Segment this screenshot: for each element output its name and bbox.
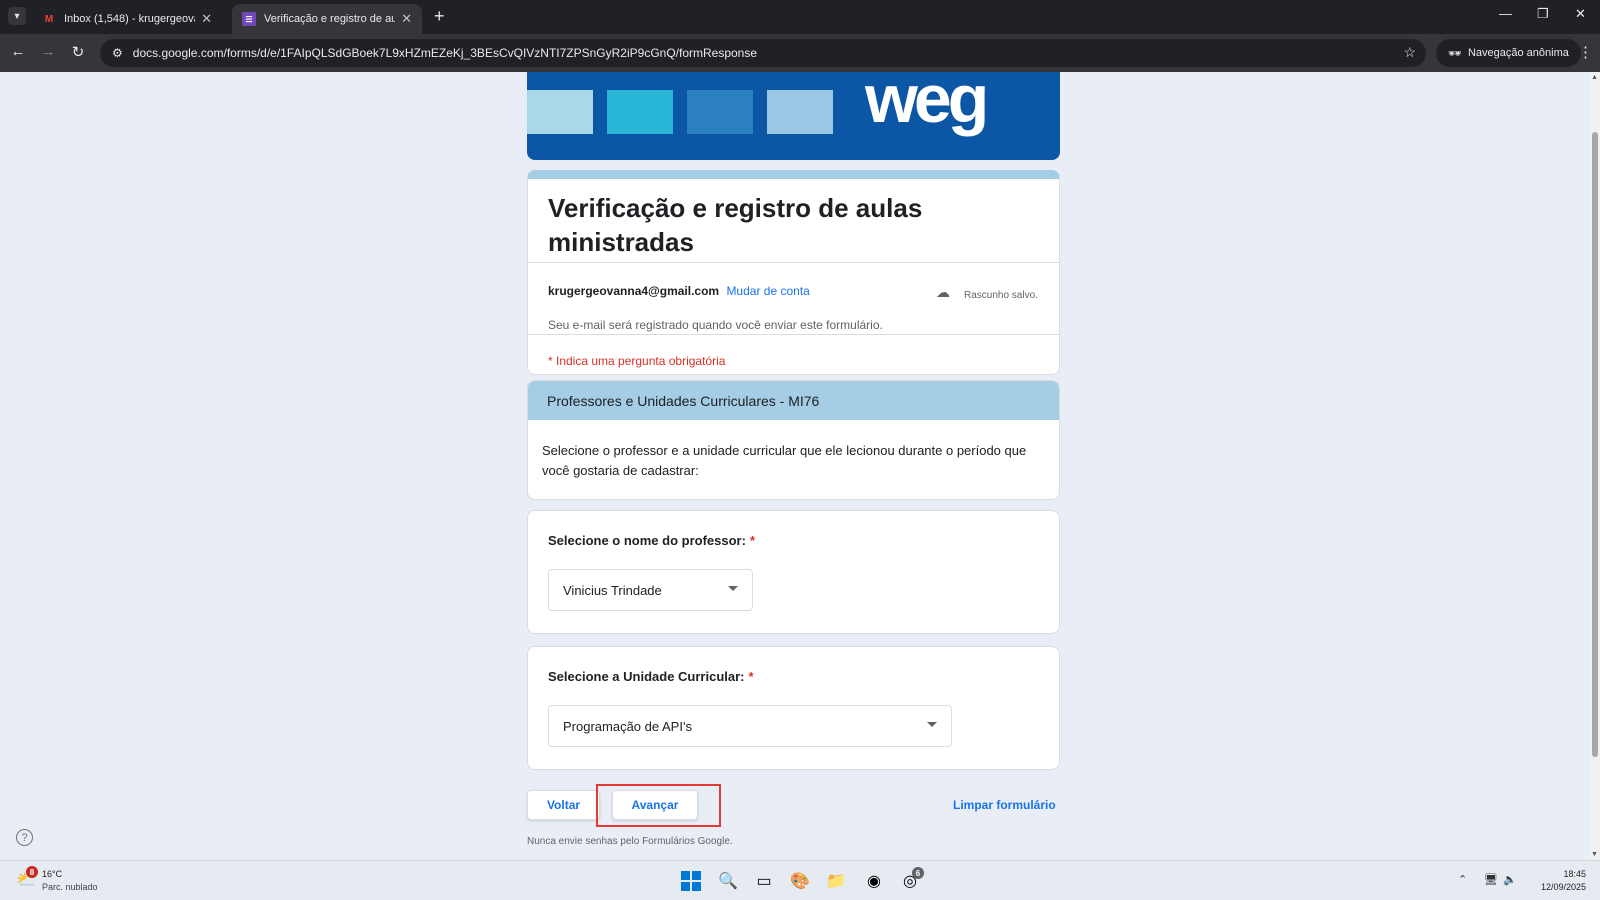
question-curricular-unit: Selecione a Unidade Curricular: * Program… xyxy=(527,646,1060,770)
banner-square xyxy=(767,90,833,134)
email-record-note: Seu e-mail será registrado quando você e… xyxy=(548,318,883,332)
minimize-icon[interactable]: — xyxy=(1499,6,1512,21)
tab-title: Inbox (1,548) - krugergeovanna xyxy=(64,13,195,25)
divider xyxy=(528,334,1059,335)
draft-status: Rascunho salvo. xyxy=(964,290,1038,301)
forward-arrow-icon[interactable]: → xyxy=(38,43,58,60)
question-text: Selecione o nome do professor: xyxy=(548,533,746,548)
bookmark-star-icon[interactable]: ☆ xyxy=(1403,44,1416,61)
close-icon[interactable]: ✕ xyxy=(201,11,212,27)
question-label: Selecione o nome do professor: * xyxy=(548,533,755,548)
scroll-thumb[interactable] xyxy=(1592,132,1598,757)
dropdown-arrow-icon xyxy=(927,722,937,727)
file-explorer-icon[interactable]: 📁 xyxy=(824,869,848,893)
teacher-dropdown[interactable]: Vinicius Trindade xyxy=(548,569,753,611)
reload-icon[interactable]: ↻ xyxy=(68,43,88,61)
form-header-banner: isto é weg xyxy=(527,72,1060,160)
back-arrow-icon[interactable]: ← xyxy=(8,43,28,60)
scroll-up-icon[interactable]: ▲ xyxy=(1591,74,1598,81)
edge-browser-icon[interactable]: ◉ xyxy=(862,869,886,893)
gmail-icon: M xyxy=(44,13,54,25)
account-info: krugergeovanna4@gmail.com Mudar de conta xyxy=(548,284,810,298)
help-icon[interactable]: ? xyxy=(16,829,33,846)
forms-icon: ☰ xyxy=(242,12,256,26)
banner-square xyxy=(527,90,593,134)
weather-temperature: 16°C xyxy=(42,869,63,879)
tab-search-button[interactable]: ▾ xyxy=(8,7,26,25)
scroll-down-icon[interactable]: ▼ xyxy=(1591,851,1598,858)
question-text: Selecione a Unidade Curricular: xyxy=(548,669,745,684)
tab-bar: ▾ M Inbox (1,548) - krugergeovanna ✕ ☰ V… xyxy=(0,0,1600,34)
form-title-card: Verificação e registro de aulas ministra… xyxy=(527,170,1060,375)
chrome-badge: 6 xyxy=(912,867,924,879)
tab-title: Verificação e registro de aulas n xyxy=(264,13,396,25)
next-button-highlight xyxy=(596,784,721,827)
tab-forms[interactable]: ☰ Verificação e registro de aulas n ✕ xyxy=(232,4,422,34)
section-card: Professores e Unidades Curriculares - MI… xyxy=(527,380,1060,500)
widgets-icon[interactable]: 🎨 xyxy=(788,869,812,893)
site-info-icon[interactable]: ⚙ xyxy=(112,46,123,60)
weather-badge: 8 xyxy=(26,866,38,878)
weg-logo: weg xyxy=(865,72,989,137)
close-window-icon[interactable]: ✕ xyxy=(1575,6,1586,22)
banner-square xyxy=(687,90,753,134)
cloud-saved-icon: ☁ xyxy=(936,284,950,300)
browser-toolbar: ← → ↻ ⚙ docs.google.com/forms/d/e/1FAIpQ… xyxy=(0,34,1600,72)
system-clock[interactable]: 18:45 12/09/2025 xyxy=(1530,868,1586,894)
tab-gmail[interactable]: M Inbox (1,548) - krugergeovanna ✕ xyxy=(32,4,222,34)
required-note: * Indica uma pergunta obrigatória xyxy=(548,354,726,368)
page-scrollbar[interactable]: ▲ ▼ xyxy=(1590,72,1600,860)
incognito-icon: 🕶 xyxy=(1448,47,1462,60)
show-hidden-icons[interactable]: ⌃ xyxy=(1458,873,1467,886)
back-button[interactable]: Voltar xyxy=(527,790,600,820)
divider xyxy=(528,262,1059,263)
url-text: docs.google.com/forms/d/e/1FAIpQLSdGBoek… xyxy=(132,46,758,60)
search-icon[interactable]: 🔍 xyxy=(716,869,740,893)
dropdown-value: Vinicius Trindade xyxy=(563,582,662,598)
windows-taskbar: ⛅ 8 16°C Parc. nublado 🔍 ▭ 🎨 📁 ◉ ◎ 6 ⌃ 🖥… xyxy=(0,860,1600,900)
network-icon[interactable]: 🖥 xyxy=(1484,873,1498,886)
section-description: Selecione o professor e a unidade curric… xyxy=(542,443,1027,478)
task-view-icon[interactable]: ▭ xyxy=(752,869,776,893)
weather-condition: Parc. nublado xyxy=(42,882,98,892)
account-email: krugergeovanna4@gmail.com xyxy=(548,284,720,298)
volume-icon[interactable]: 🔈 xyxy=(1503,873,1517,886)
curricular-unit-dropdown[interactable]: Programação de API's xyxy=(548,705,952,747)
close-icon[interactable]: ✕ xyxy=(401,11,412,27)
password-warning: Nunca envie senhas pelo Formulários Goog… xyxy=(527,836,733,847)
restore-icon[interactable]: ❐ xyxy=(1537,6,1549,22)
question-label: Selecione a Unidade Curricular: * xyxy=(548,669,754,684)
incognito-indicator[interactable]: 🕶 Navegação anônima xyxy=(1436,39,1581,67)
clock-time: 18:45 xyxy=(1563,869,1586,879)
browser-menu-icon[interactable]: ⋮ xyxy=(1578,43,1593,61)
section-header: Professores e Unidades Curriculares - MI… xyxy=(528,381,1059,420)
clock-date: 12/09/2025 xyxy=(1540,882,1586,892)
question-teacher: Selecione o nome do professor: * Vinicius… xyxy=(527,510,1060,634)
banner-square xyxy=(607,90,673,134)
form-title: Verificação e registro de aulas ministra… xyxy=(548,193,923,257)
address-bar[interactable]: ⚙ docs.google.com/forms/d/e/1FAIpQLSdGBo… xyxy=(100,39,1426,67)
clear-form-link[interactable]: Limpar formulário xyxy=(953,798,1056,812)
dropdown-value: Programação de API's xyxy=(563,718,692,734)
required-asterisk: * xyxy=(748,669,754,684)
switch-account-link[interactable]: Mudar de conta xyxy=(726,284,809,298)
required-asterisk: * xyxy=(749,533,755,548)
incognito-label: Navegação anônima xyxy=(1467,47,1569,59)
dropdown-arrow-icon xyxy=(728,586,738,591)
new-tab-button[interactable]: + xyxy=(434,6,445,27)
windows-start-icon[interactable] xyxy=(679,869,703,893)
form-page: isto é weg Verificação e registro de aul… xyxy=(0,72,1590,860)
